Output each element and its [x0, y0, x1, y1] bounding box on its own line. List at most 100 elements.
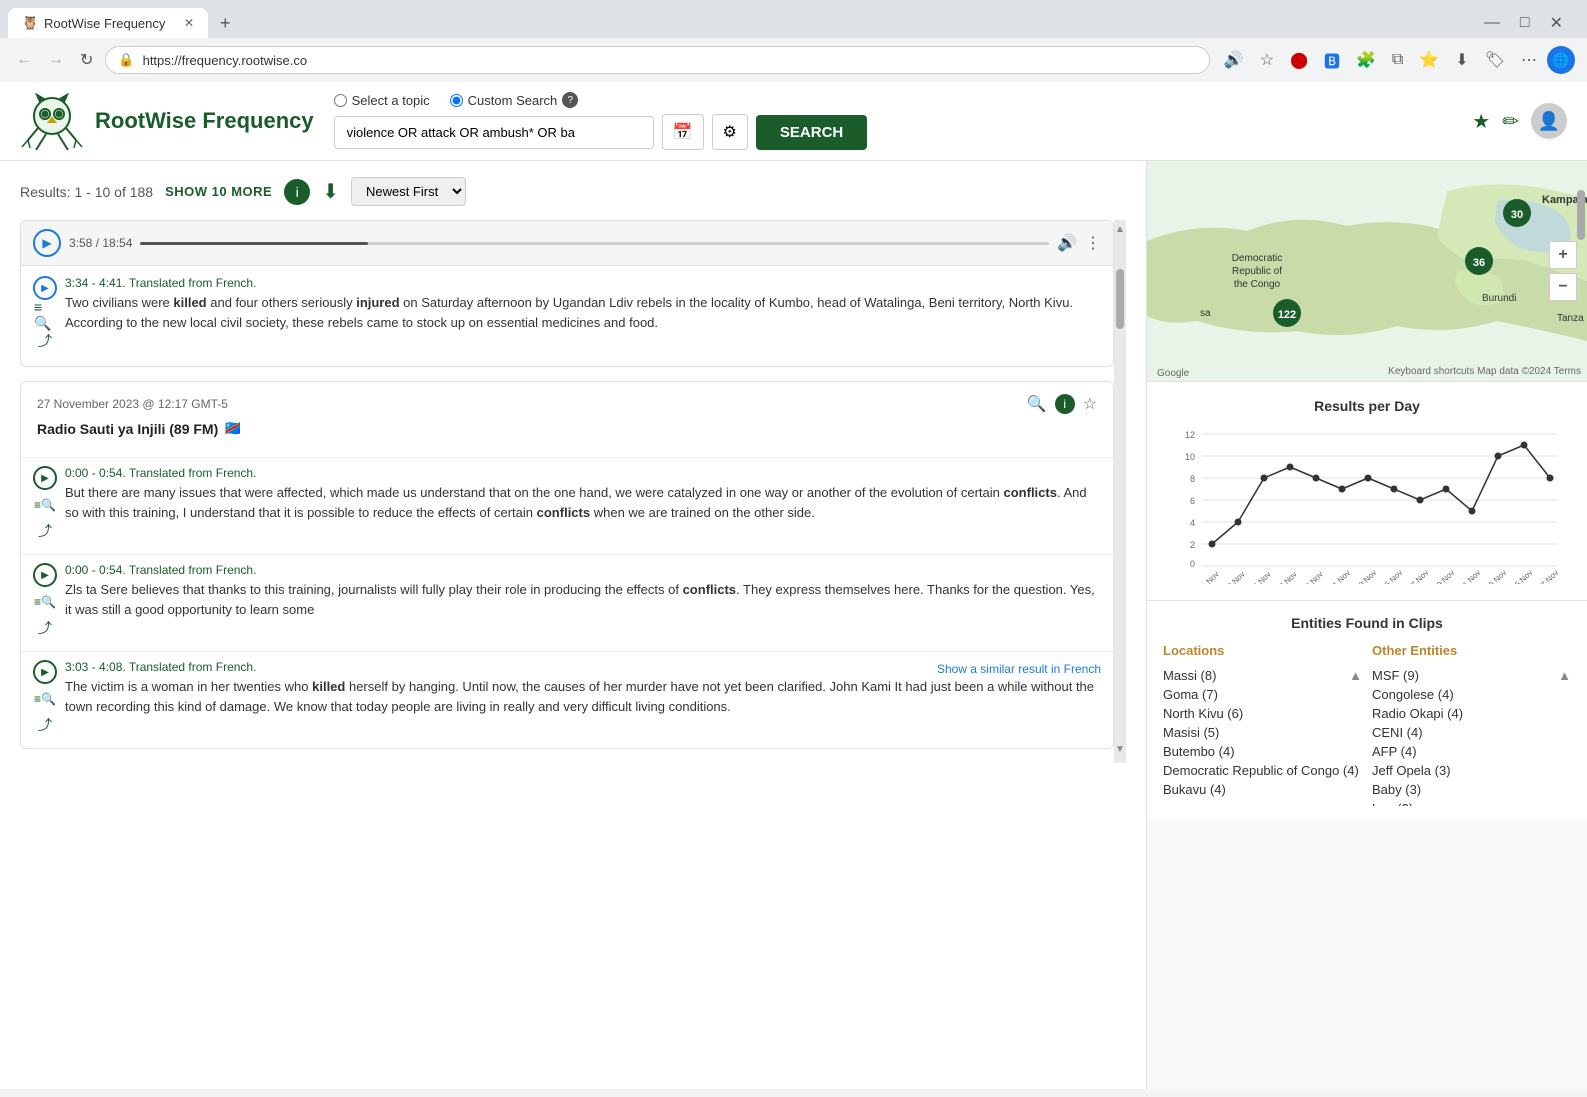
audio-player-1: ▶ 3:58 / 18:54 🔊 ⋮	[21, 221, 1113, 266]
radio-custom-option[interactable]: Custom Search ?	[450, 92, 579, 108]
coupon-button[interactable]: 🏷	[1479, 46, 1511, 74]
similar-result-link[interactable]: Show a similar result in French	[937, 662, 1101, 676]
card-meta-2: 27 November 2023 @ 12:17 GMT-5 🔍 i ☆	[37, 394, 1097, 414]
audio-progress-bar-1[interactable]	[140, 242, 1049, 245]
flag-icon-2: 🇨🇩	[224, 420, 241, 437]
translate-button[interactable]: 🅱	[1318, 44, 1346, 76]
split-view-button[interactable]: ⧉	[1386, 47, 1409, 73]
right-panel-scrollbar[interactable]	[1575, 161, 1587, 890]
clip-transcript-icon-2a[interactable]: ≡🔍	[34, 494, 56, 516]
close-button[interactable]: ✕	[1542, 9, 1571, 37]
address-bar[interactable]: 🔒 https://frequency.rootwise.co	[105, 46, 1209, 74]
clip-share-icon-1[interactable]: ⤴	[34, 330, 56, 352]
clip-share-icon-2c[interactable]: ⤴	[34, 714, 56, 736]
other-entities-list: MSF (9) ▲ Congolese (4) Radio Okapi (4) …	[1372, 666, 1571, 806]
scrollbar-thumb[interactable]	[1116, 269, 1124, 329]
download-button[interactable]: ⬇	[322, 179, 339, 204]
clip-play-icon-1[interactable]: ▶	[33, 276, 57, 300]
locations-column: Locations Massi (8) ▲ Goma (7) North Kiv…	[1163, 643, 1362, 806]
entities-title: Entities Found in Clips	[1163, 615, 1571, 631]
clip-row-2b: ▶ ≡🔍 ⤴ 0:00 - 0:54. Translated from Fren…	[21, 554, 1113, 647]
clip-transcript-icon-2b[interactable]: ≡🔍	[34, 591, 56, 613]
browser-tab-active[interactable]: 🦉 RootWise Frequency ✕	[8, 8, 208, 38]
logo-icon	[20, 92, 85, 150]
extension-button[interactable]: 🧩	[1350, 46, 1382, 74]
more-audio-icon-1[interactable]: ⋮	[1085, 233, 1101, 253]
more-button[interactable]: ⋯	[1515, 46, 1543, 74]
read-aloud-button[interactable]: 🔊	[1218, 46, 1250, 74]
location-item-7: Bukavu (4)	[1163, 780, 1362, 799]
sort-select[interactable]: Newest First Oldest First Relevance	[351, 177, 466, 206]
reload-button[interactable]: ↻	[76, 46, 97, 74]
play-button-1[interactable]: ▶	[33, 229, 61, 257]
search-input[interactable]	[334, 116, 654, 149]
svg-text:Google: Google	[1157, 368, 1190, 379]
card-date-2: 27 November 2023 @ 12:17 GMT-5	[37, 397, 228, 411]
opera-icon-button[interactable]: ⬤	[1284, 46, 1314, 74]
clip-share-icon-2b[interactable]: ⤴	[34, 617, 56, 639]
bookmark-button[interactable]: ★	[1472, 109, 1490, 134]
zoom-in-button[interactable]: +	[1549, 241, 1577, 269]
other-item-7: Baby (3)	[1372, 780, 1571, 799]
svg-text:17 Nov: 17 Nov	[1406, 568, 1430, 584]
clip-text-2b: Zls ta Sere believes that thanks to this…	[65, 580, 1101, 619]
bookmark-star-button[interactable]: ☆	[1254, 46, 1280, 74]
star-card-icon[interactable]: ☆	[1083, 394, 1097, 414]
clip-row-2c: ▶ ≡🔍 ⤴ 3:03 - 4:08. Translated from Fren…	[21, 651, 1113, 744]
svg-text:2: 2	[1190, 540, 1195, 550]
other-entities-column: Other Entities MSF (9) ▲ Congolese (4) R…	[1372, 643, 1571, 806]
edit-button[interactable]: ✏	[1502, 109, 1519, 134]
locations-list: Massi (8) ▲ Goma (7) North Kivu (6) Masi…	[1163, 666, 1362, 799]
search-button[interactable]: SEARCH	[756, 115, 867, 150]
filter-button[interactable]: ⚙	[712, 114, 748, 150]
address-text: https://frequency.rootwise.co	[143, 53, 1197, 68]
radio-topic-input[interactable]	[334, 94, 347, 107]
radio-topic-option[interactable]: Select a topic	[334, 93, 430, 108]
svg-text:27 Nov: 27 Nov	[1536, 568, 1560, 584]
other-entities-header: Other Entities	[1372, 643, 1571, 658]
results-scrollbar[interactable]: ▲ ▼	[1114, 220, 1126, 763]
show-more-link[interactable]: SHOW 10 MORE	[165, 184, 272, 199]
svg-text:25 Nov: 25 Nov	[1510, 568, 1534, 584]
info-button[interactable]: i	[284, 179, 310, 205]
help-icon[interactable]: ?	[562, 92, 578, 108]
radio-custom-input[interactable]	[450, 94, 463, 107]
svg-text:the Congo: the Congo	[1234, 279, 1281, 290]
star-button[interactable]: ⭐	[1413, 46, 1445, 74]
maximize-button[interactable]: □	[1512, 10, 1538, 36]
volume-icon-1[interactable]: 🔊	[1057, 233, 1077, 253]
entities-container: Entities Found in Clips Locations Massi …	[1147, 600, 1587, 820]
profile-button[interactable]: 🌐	[1547, 46, 1575, 74]
logo-area: RootWise Frequency	[20, 92, 314, 150]
scroll-up-entities[interactable]: ▲	[1558, 668, 1571, 683]
location-item-4: Masisi (5)	[1163, 723, 1362, 742]
back-button[interactable]: ←	[12, 47, 36, 73]
result-card-2: 27 November 2023 @ 12:17 GMT-5 🔍 i ☆ Rad…	[20, 381, 1114, 749]
scroll-up-locations[interactable]: ▲	[1349, 668, 1362, 683]
right-panel: 30 36 122 Kampala Democratic Republic of…	[1147, 161, 1587, 1089]
minimize-button[interactable]: —	[1476, 10, 1508, 36]
svg-text:11 Nov: 11 Nov	[1328, 568, 1352, 584]
forward-button[interactable]: →	[44, 47, 68, 73]
download-toolbar-button[interactable]: ⬇	[1449, 46, 1474, 74]
svg-text:Republic of: Republic of	[1232, 266, 1282, 277]
calendar-button[interactable]: 📅	[662, 114, 704, 150]
clip-transcript-icon-1[interactable]: ≡🔍	[34, 304, 56, 326]
audio-time-1: 3:58 / 18:54	[69, 236, 132, 250]
map-container: 30 36 122 Kampala Democratic Republic of…	[1147, 161, 1587, 381]
clip-share-icon-2a[interactable]: ⤴	[34, 520, 56, 542]
search-in-card-icon[interactable]: 🔍	[1027, 394, 1047, 414]
clip-play-icon-2a[interactable]: ▶	[33, 466, 57, 490]
zoom-out-button[interactable]: −	[1549, 273, 1577, 301]
clip-timestamp-2b: 0:00 - 0:54. Translated from French.	[65, 563, 1101, 577]
clip-transcript-icon-2c[interactable]: ≡🔍	[34, 688, 56, 710]
user-button[interactable]: 👤	[1531, 103, 1567, 139]
svg-text:36: 36	[1473, 257, 1485, 269]
info-card-icon[interactable]: i	[1055, 394, 1075, 414]
map-attribution: Keyboard shortcuts Map data ©2024 Terms	[1388, 366, 1581, 377]
clip-play-icon-2c[interactable]: ▶	[33, 660, 57, 684]
tab-close-icon[interactable]: ✕	[184, 16, 194, 30]
clip-play-icon-2b[interactable]: ▶	[33, 563, 57, 587]
other-item-3: Radio Okapi (4)	[1372, 704, 1571, 723]
new-tab-button[interactable]: +	[212, 9, 239, 38]
